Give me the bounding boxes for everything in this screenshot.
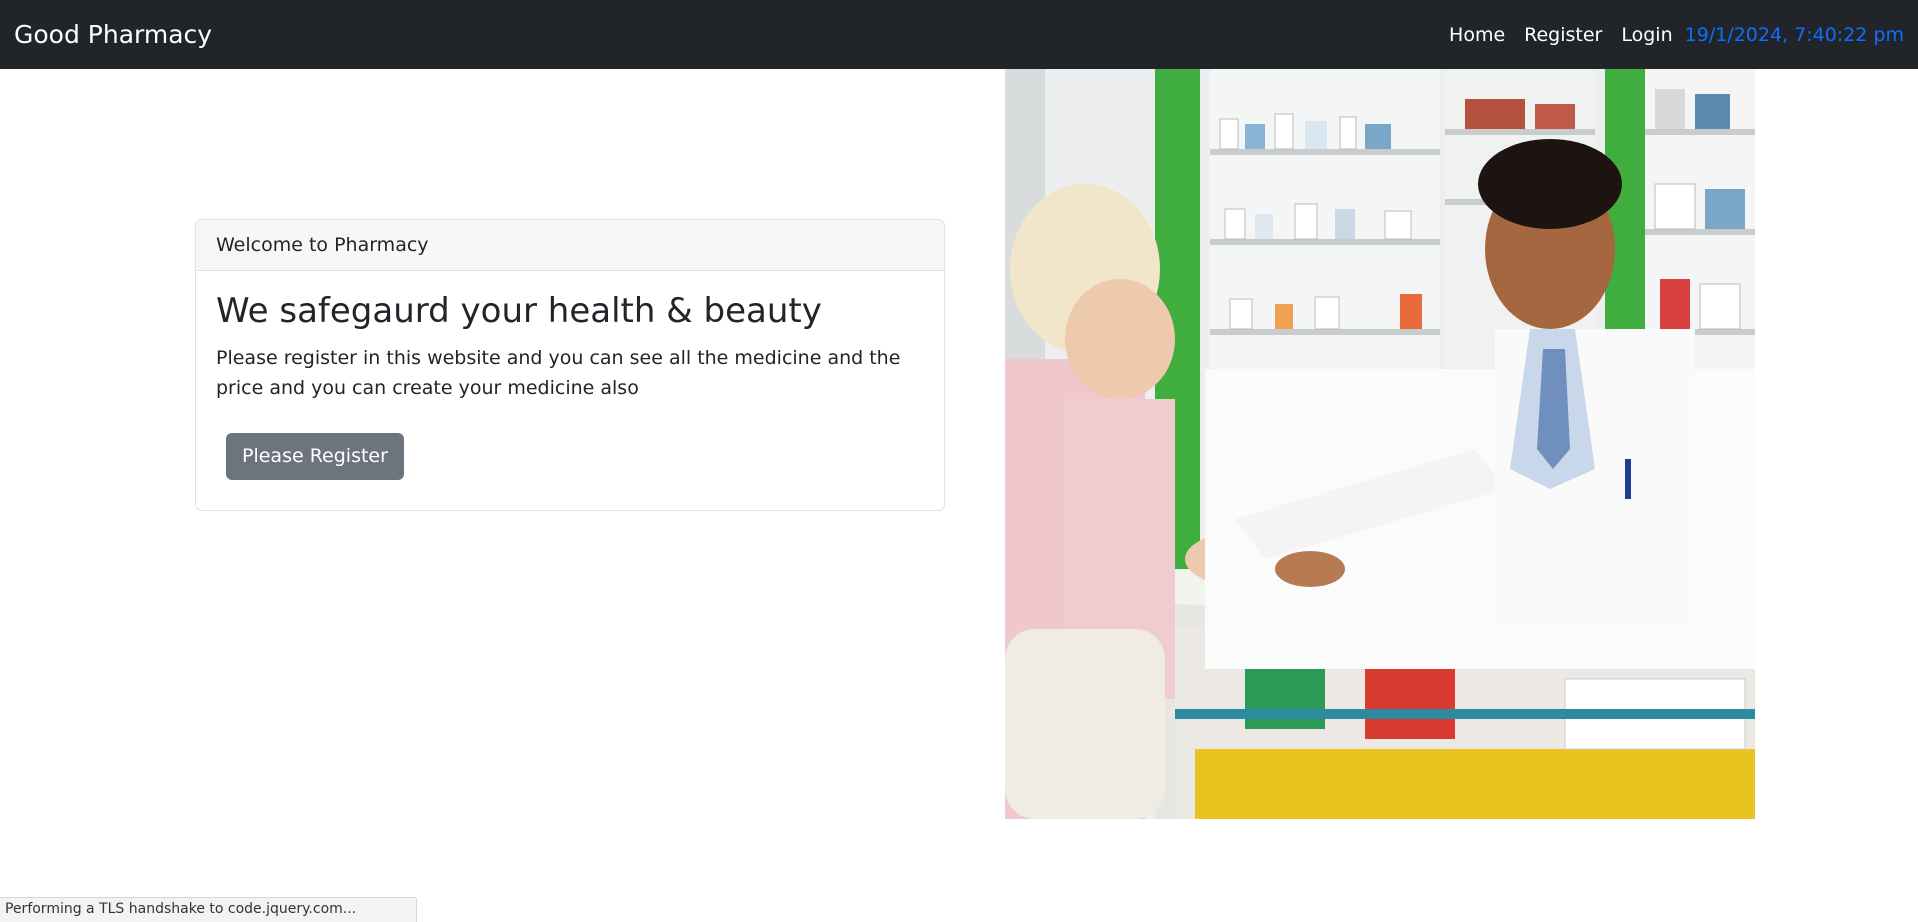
nav-link-login[interactable]: Login <box>1621 24 1672 46</box>
pharmacy-photo-icon <box>1005 69 1755 819</box>
top-navbar: Good Pharmacy Home Register Login 19/1/2… <box>0 0 1918 69</box>
datetime-display: 19/1/2024, 7:40:22 pm <box>1684 23 1904 46</box>
card-header: Welcome to Pharmacy <box>196 220 944 271</box>
welcome-card: Welcome to Pharmacy We safegaurd your he… <box>195 219 945 511</box>
card-text: Please register in this website and you … <box>216 347 901 399</box>
please-register-button[interactable]: Please Register <box>226 433 404 480</box>
card-title: We safegaurd your health & beauty <box>216 291 822 331</box>
nav-link-register[interactable]: Register <box>1524 24 1602 46</box>
browser-status-bar: Performing a TLS handshake to code.jquer… <box>0 897 417 922</box>
pharmacy-hero-image <box>1005 69 1755 819</box>
card-body: We safegaurd your health & beauty Please… <box>196 271 944 480</box>
brand-link[interactable]: Good Pharmacy <box>14 20 212 49</box>
nav-link-home[interactable]: Home <box>1449 24 1505 46</box>
nav-menu: Home Register Login 19/1/2024, 7:40:22 p… <box>1430 0 1904 69</box>
